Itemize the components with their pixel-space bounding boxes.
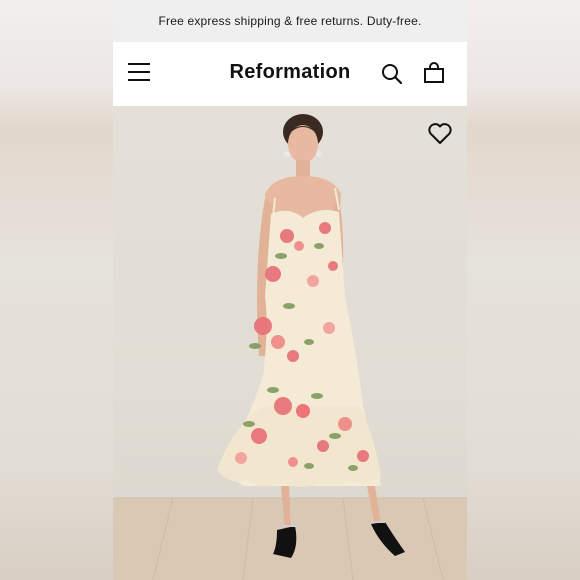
phone-screen: Free express shipping & free returns. Du… xyxy=(113,0,467,580)
model-in-floral-dress-image xyxy=(113,114,467,580)
shopping-bag-icon[interactable] xyxy=(423,62,445,84)
heart-icon[interactable] xyxy=(427,122,453,146)
site-header: Reformation xyxy=(113,42,467,106)
search-icon[interactable] xyxy=(381,63,403,85)
promo-banner: Free express shipping & free returns. Du… xyxy=(113,0,467,42)
product-image[interactable] xyxy=(113,106,467,580)
promo-text: Free express shipping & free returns. Du… xyxy=(158,14,422,28)
brand-logo[interactable]: Reformation xyxy=(113,61,467,84)
